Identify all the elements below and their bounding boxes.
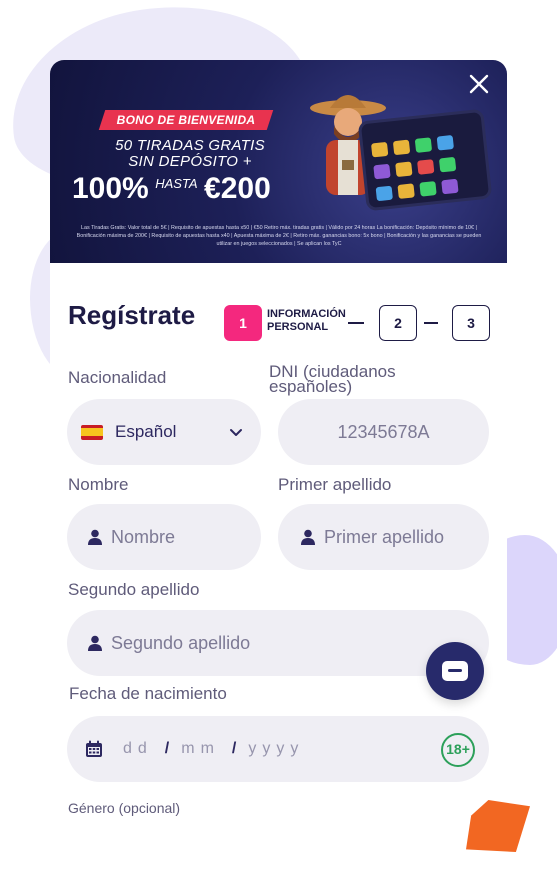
dni-label: DNI (ciudadanos españoles) [269, 363, 396, 396]
birth-date-label: Fecha de nacimiento [69, 684, 227, 703]
step-connector [424, 322, 438, 324]
slot-reel [414, 137, 433, 153]
welcome-bonus-banner: BONO DE BIENVENIDA 50 TIRADAS GRATIS SIN… [50, 60, 507, 263]
step-2: 2 [379, 305, 417, 341]
date-month: mm [181, 740, 220, 757]
date-separator: / [231, 740, 237, 757]
spain-flag-icon [81, 424, 103, 440]
slot-phone-illustration [357, 108, 493, 212]
step-3: 3 [452, 305, 490, 341]
step-1-label: INFORMACIÓN PERSONAL [267, 308, 346, 334]
first-name-input[interactable]: Nombre [67, 504, 261, 570]
slot-reel [395, 161, 413, 178]
slot-reel [436, 134, 454, 151]
promo-headline: 100% HASTA €200 [72, 172, 271, 206]
last-name2-placeholder: Segundo apellido [111, 632, 251, 653]
slot-reel [441, 178, 459, 195]
last-name1-placeholder: Primer apellido [324, 526, 445, 547]
promo-line-1: 50 TIRADAS GRATIS [115, 137, 265, 154]
gender-label: Género (opcional) [68, 800, 181, 816]
close-icon [469, 74, 489, 94]
birth-date-input[interactable]: dd / mm / yyyy 18+ [67, 716, 489, 782]
slot-reel [370, 141, 389, 158]
first-name-placeholder: Nombre [111, 526, 176, 547]
slot-reel [417, 159, 435, 175]
nationality-value: Español [115, 422, 177, 441]
last-name1-input[interactable]: Primer apellido [278, 504, 489, 570]
page-title: Regístrate [68, 300, 196, 330]
date-placeholder: dd / mm / yyyy [123, 740, 304, 758]
bonus-ribbon: BONO DE BIENVENIDA [98, 110, 274, 130]
chat-icon [442, 661, 468, 681]
slot-reel [392, 139, 411, 156]
step-connector [348, 322, 364, 324]
first-name-label: Nombre [68, 475, 129, 494]
bonus-terms: Las Tiradas Gratis: Valor total de 5€ | … [76, 225, 482, 247]
dni-label-line2: españoles) [269, 377, 353, 396]
step-1-label-line2: PERSONAL [267, 321, 329, 333]
user-icon [88, 635, 102, 651]
slot-reel [419, 181, 437, 197]
dni-input[interactable]: 12345678A [278, 399, 489, 465]
date-separator: / [164, 740, 170, 757]
slot-reel [438, 156, 457, 173]
nationality-label: Nacionalidad [68, 368, 167, 387]
chat-button[interactable] [426, 642, 484, 700]
slot-reel [375, 185, 393, 202]
nationality-select[interactable]: Español [67, 399, 261, 465]
user-icon [88, 529, 102, 545]
last-name1-label: Primer apellido [278, 475, 392, 494]
step-1: 1 [224, 305, 262, 341]
date-year: yyyy [248, 740, 305, 757]
promo-text: 50 TIRADAS GRATIS SIN DEPÓSITO + [110, 138, 270, 170]
promo-hasta: HASTA [155, 176, 198, 191]
dni-placeholder: 12345678A [337, 421, 430, 442]
slot-reel [373, 163, 391, 180]
promo-line-2: SIN DEPÓSITO + [128, 153, 252, 170]
calendar-icon [86, 740, 102, 757]
chevron-down-icon [230, 429, 242, 436]
slot-reel [397, 183, 415, 199]
close-button[interactable] [465, 72, 493, 100]
user-icon [301, 529, 315, 545]
ribbon-text: BONO DE BIENVENIDA [116, 113, 256, 127]
step-1-label-line1: INFORMACIÓN [267, 308, 346, 320]
last-name2-label: Segundo apellido [68, 580, 200, 599]
promo-amount: €200 [204, 172, 271, 205]
age-18-badge: 18+ [441, 733, 475, 767]
date-day: dd [123, 740, 153, 757]
promo-percent: 100% [72, 172, 149, 205]
